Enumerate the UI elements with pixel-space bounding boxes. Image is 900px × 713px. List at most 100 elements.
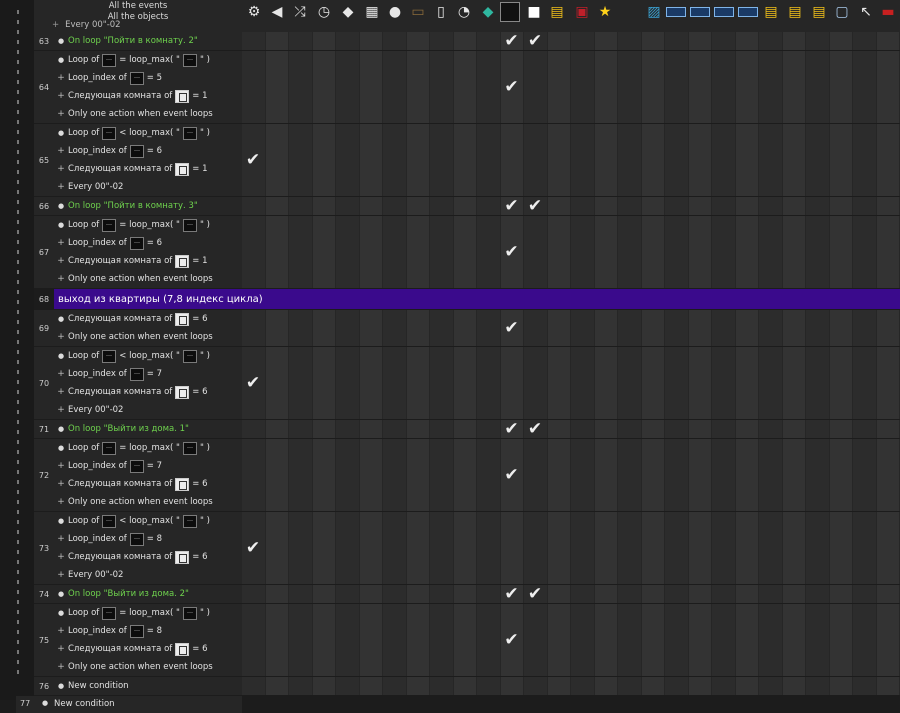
grid-cell[interactable] — [477, 51, 500, 123]
checkmark-icon[interactable]: ✔ — [524, 32, 546, 50]
checkmark-icon[interactable]: ✔ — [242, 374, 264, 392]
grid-cell[interactable] — [829, 677, 852, 695]
condition-line[interactable]: Следующая комната of = 1 — [54, 252, 242, 270]
grid-cell[interactable] — [265, 585, 288, 603]
grid-cell[interactable] — [688, 347, 711, 419]
grid-cell[interactable] — [876, 216, 899, 288]
grid-cell[interactable] — [453, 512, 476, 584]
door-icon[interactable]: ▯ — [431, 2, 451, 22]
grid-cell[interactable] — [406, 51, 429, 123]
grid-cell[interactable] — [853, 512, 876, 584]
grid-cell[interactable] — [359, 197, 382, 215]
grid-cell[interactable] — [829, 124, 852, 196]
grid-cell[interactable] — [312, 51, 335, 123]
grid-cell[interactable] — [876, 439, 899, 511]
grid-cell[interactable] — [806, 439, 829, 511]
grid-cell[interactable] — [453, 51, 476, 123]
grid-cell[interactable] — [453, 347, 476, 419]
grid-cell[interactable] — [782, 216, 805, 288]
grid-cell[interactable] — [359, 51, 382, 123]
condition-line[interactable]: New condition — [54, 677, 242, 695]
grid-cell[interactable] — [853, 124, 876, 196]
grid-cell[interactable] — [853, 197, 876, 215]
grid-cell[interactable] — [383, 347, 406, 419]
grid-cell[interactable] — [853, 604, 876, 676]
grid-cell[interactable] — [735, 197, 758, 215]
event-row[interactable]: 66 On loop "Пойти в комнату. 3" ✔✔ — [34, 197, 900, 215]
grid-cell[interactable] — [477, 32, 500, 50]
grid-cell[interactable] — [571, 677, 594, 695]
grid-cell[interactable] — [312, 310, 335, 346]
grid-cell[interactable] — [688, 124, 711, 196]
condition-line[interactable]: Loop_index of = 8 — [54, 622, 242, 640]
grid-cell[interactable] — [759, 347, 782, 419]
grid-cell[interactable] — [547, 420, 570, 438]
grid-cell[interactable] — [430, 585, 453, 603]
grid-cell[interactable] — [876, 585, 899, 603]
grid-cell[interactable] — [829, 420, 852, 438]
grid-cell[interactable] — [641, 32, 664, 50]
grid-cell[interactable] — [688, 51, 711, 123]
grid-cell[interactable] — [806, 51, 829, 123]
landscape-icon[interactable]: ▨ — [644, 2, 664, 22]
grid-cell[interactable] — [336, 585, 359, 603]
grid-cell[interactable] — [641, 420, 664, 438]
grid-cell[interactable] — [759, 585, 782, 603]
checkmark-icon[interactable]: ✔ — [524, 197, 546, 215]
red-bar-icon[interactable]: ▬ — [878, 2, 898, 22]
grid-cell[interactable] — [688, 310, 711, 346]
grid-cell[interactable] — [312, 347, 335, 419]
diamond-icon[interactable]: ◆ — [478, 2, 498, 22]
grid-cell[interactable] — [406, 347, 429, 419]
folder-ini-icon[interactable]: ▤ — [761, 2, 781, 22]
grid-cell[interactable] — [547, 32, 570, 50]
grid-cell[interactable] — [759, 197, 782, 215]
grid-cell[interactable] — [594, 585, 617, 603]
grid-cell[interactable] — [641, 347, 664, 419]
grid-cell[interactable] — [759, 512, 782, 584]
grid-cell[interactable] — [336, 216, 359, 288]
checkmark-icon[interactable]: ✔ — [501, 631, 523, 649]
condition-line[interactable]: Следующая комната of = 6 — [54, 383, 242, 401]
grid-cell[interactable] — [735, 420, 758, 438]
grid-cell[interactable] — [712, 604, 735, 676]
grid-cell[interactable] — [524, 310, 547, 346]
grid-cell[interactable] — [735, 347, 758, 419]
grid-cell[interactable] — [383, 512, 406, 584]
grid-cell[interactable] — [806, 124, 829, 196]
grid-cell[interactable] — [806, 347, 829, 419]
grid-cell[interactable] — [383, 439, 406, 511]
grid-cell[interactable] — [594, 310, 617, 346]
grid-cell[interactable] — [430, 124, 453, 196]
grid-cell[interactable] — [688, 32, 711, 50]
grid-cell[interactable] — [359, 585, 382, 603]
grid-cell[interactable] — [806, 512, 829, 584]
grid-cell[interactable] — [477, 124, 500, 196]
grid-cell[interactable] — [782, 604, 805, 676]
grid-cell[interactable] — [312, 32, 335, 50]
film-icon[interactable] — [666, 7, 686, 17]
grid-cell[interactable] — [618, 347, 641, 419]
grid-cell[interactable] — [453, 310, 476, 346]
grid-cell[interactable] — [853, 216, 876, 288]
grid-cell[interactable] — [571, 32, 594, 50]
grid-cell[interactable] — [500, 512, 523, 584]
grid-cell[interactable] — [547, 216, 570, 288]
grid-cell[interactable] — [359, 512, 382, 584]
timer-icon[interactable]: ◷ — [314, 2, 334, 22]
condition-line[interactable]: Loop of < loop_max( " " ) — [54, 124, 242, 142]
checkmark-icon[interactable]: ✔ — [524, 420, 546, 438]
grid-cell[interactable] — [712, 512, 735, 584]
event-row[interactable]: 64 Loop of = loop_max( " " ) Loop_index of = … — [34, 51, 900, 123]
event-row[interactable]: 76 New condition — [34, 677, 900, 695]
folder-ini-icon[interactable]: ▤ — [785, 2, 805, 22]
ini-icon[interactable]: ▤ — [547, 2, 567, 22]
event-row[interactable]: 74 On loop "Выйти из дома. 2" ✔✔ — [34, 585, 900, 603]
grid-cell[interactable] — [289, 512, 312, 584]
grid-cell[interactable] — [759, 677, 782, 695]
grid-cell[interactable] — [829, 512, 852, 584]
grid-cell[interactable] — [383, 420, 406, 438]
grid-cell[interactable] — [665, 32, 688, 50]
grid-cell[interactable] — [688, 216, 711, 288]
grid-cell[interactable] — [406, 32, 429, 50]
